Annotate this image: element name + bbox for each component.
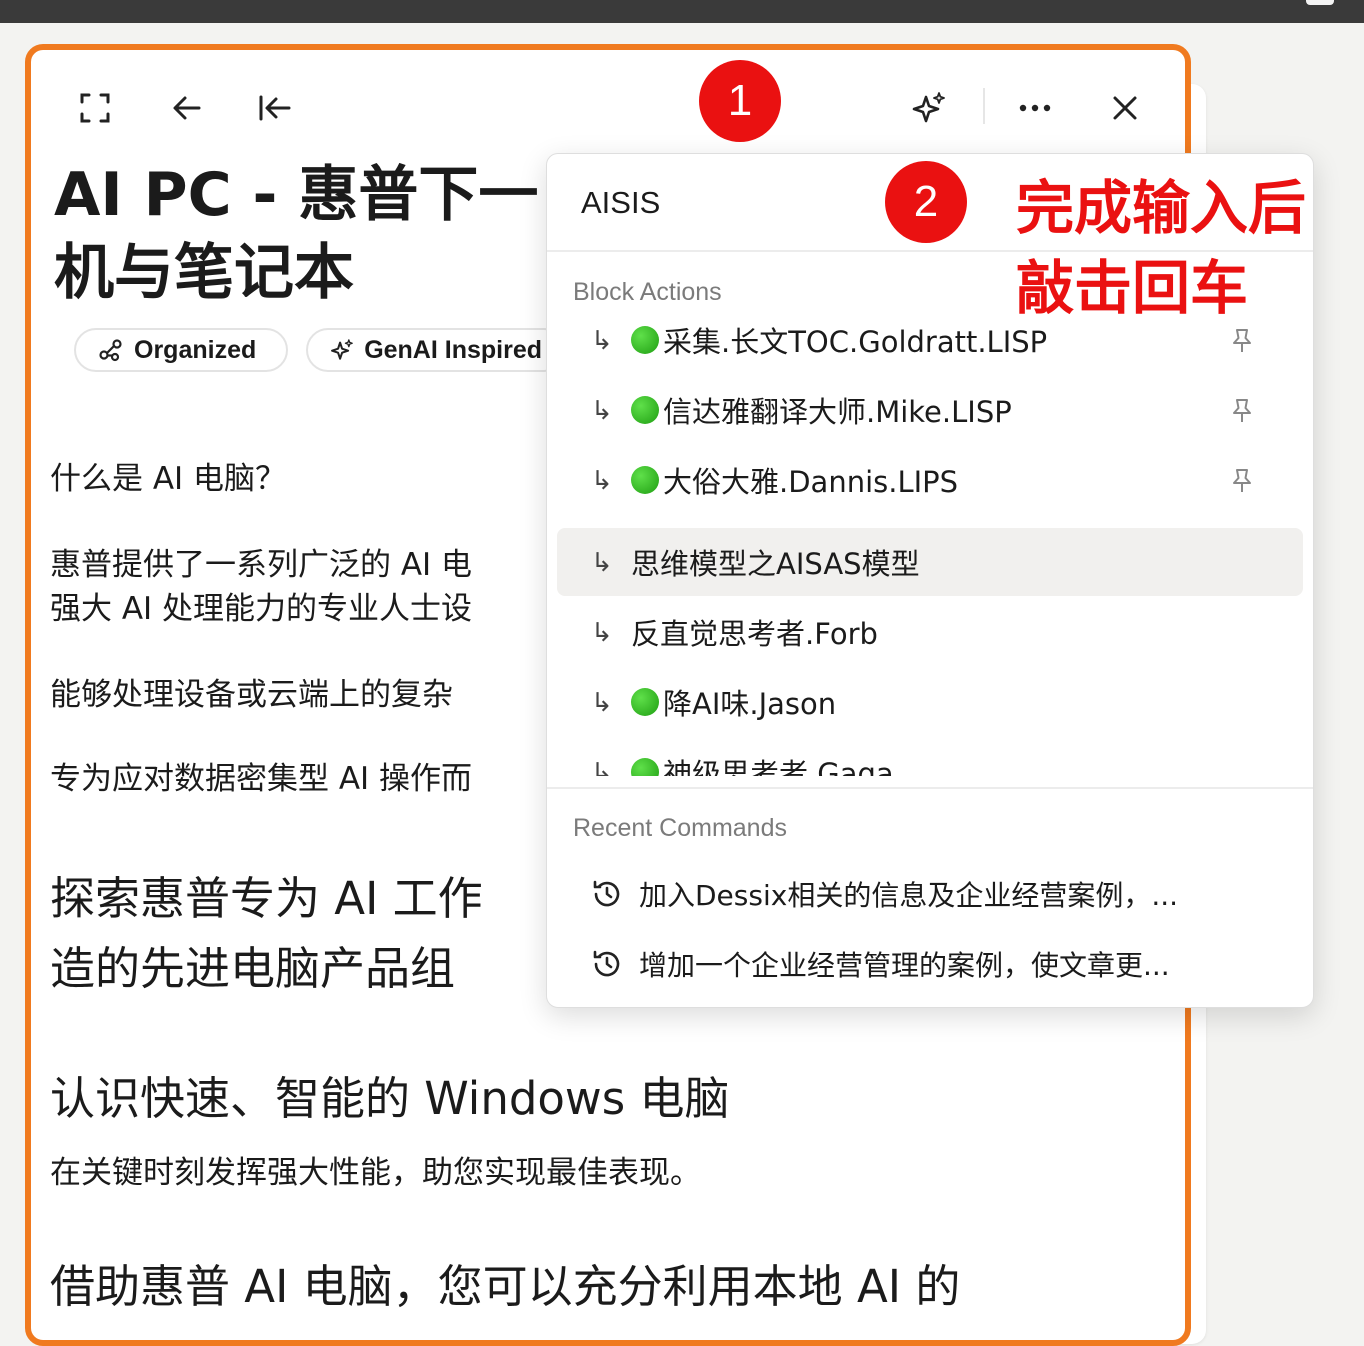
list-item[interactable]: ↳ 神级思考者.Gaga [557,738,1303,776]
green-dot-icon [631,396,659,424]
step-badge-2: 2 [885,161,967,243]
block-actions-list: ↳ 采集.长文TOC.Goldratt.LISP ↳ 信达雅翻译大师.Mike.… [547,306,1313,776]
heading-windows-pc: 认识快速、智能的 Windows 电脑 [50,1072,730,1125]
sparkle-icon [331,339,353,360]
paragraph-performance: 在关键时刻发挥强大性能，助您实现最佳表现。 [50,1155,701,1191]
section-divider [547,787,1313,789]
close-icon[interactable] [1105,88,1145,128]
green-dot-icon [631,466,659,494]
history-icon [593,950,620,977]
annotation-note-line2: 敲击回车 [1016,254,1249,322]
tag-organized-label: Organized [134,335,257,364]
paragraph-intro-line2: 强大 AI 处理能力的专业人士设 [50,591,473,627]
list-item[interactable]: ↳ 信达雅翻译大师.Mike.LISP [557,376,1303,444]
tag-organized[interactable]: Organized [74,328,288,372]
paragraph-data-intensive: 专为应对数据密集型 AI 操作而 [50,761,473,797]
return-arrow-icon: ↳ [591,464,613,495]
recent-command-item[interactable]: 加入Dessix相关的信息及企业经营案例，... [557,860,1303,928]
tag-genai-inspired[interactable]: GenAI Inspired [306,328,566,372]
panel-toolbar [31,50,1185,160]
recent-commands-label: Recent Commands [573,814,787,842]
list-item-label: 大俗大雅.Dannis.LIPS [663,465,959,499]
block-actions-label: Block Actions [573,278,722,306]
collapse-to-left-icon[interactable] [255,88,295,128]
heading-explore-line1: 探索惠普专为 AI 工作 [50,872,483,925]
return-arrow-icon: ↳ [591,546,613,577]
organize-icon [99,339,122,362]
list-item-label: 采集.长文TOC.Goldratt.LISP [663,325,1048,359]
sparkle-icon[interactable] [909,88,949,128]
heading-cutoff: 借助惠普 AI 电脑，您可以充分利用本地 AI 的 [50,1260,961,1313]
toolbar-separator [983,88,985,124]
list-item-selected[interactable]: ↳ 思维模型之AISAS模型 [557,528,1303,596]
paragraph-intro-line1: 惠普提供了一系列广泛的 AI 电 [50,547,473,583]
tag-genai-label: GenAI Inspired [364,335,542,364]
green-dot-icon [631,688,659,716]
arrow-left-icon[interactable] [167,88,207,128]
recent-command-item[interactable]: 增加一个企业经营管理的案例，使文章更... [557,930,1303,998]
return-arrow-icon: ↳ [591,324,613,355]
return-arrow-icon: ↳ [591,394,613,425]
green-dot-icon [631,326,659,354]
pin-icon[interactable] [1231,328,1253,354]
top-bar-tab-edge [1306,0,1334,5]
list-item-label: 降AI味.Jason [663,687,837,721]
list-item-label: 神级思考者.Gaga [663,757,894,776]
return-arrow-icon: ↳ [591,616,613,647]
list-item[interactable]: ↳ 反直觉思考者.Forb [557,598,1303,666]
pin-icon[interactable] [1231,468,1253,494]
paragraph-process: 能够处理设备或云端上的复杂 [50,677,453,713]
window-top-bar [0,0,1364,23]
more-icon[interactable] [1015,88,1055,128]
list-item[interactable]: ↳ 大俗大雅.Dannis.LIPS [557,446,1303,514]
recent-command-label: 加入Dessix相关的信息及企业经营案例，... [639,879,1179,912]
heading-explore-line2: 造的先进电脑产品组 [50,942,456,995]
recent-command-label: 增加一个企业经营管理的案例，使文章更... [639,949,1170,982]
history-icon [593,880,620,907]
expand-icon[interactable] [75,88,115,128]
list-item-label: 信达雅翻译大师.Mike.LISP [663,395,1012,429]
paragraph-what-is: 什么是 AI 电脑？ [50,461,287,497]
list-item[interactable]: ↳ 降AI味.Jason [557,668,1303,736]
step-badge-1: 1 [699,60,781,142]
annotation-note-line1: 完成输入后 [1016,174,1307,242]
list-item-label: 思维模型之AISAS模型 [631,547,920,581]
list-item-label: 反直觉思考者.Forb [631,617,878,651]
green-dot-icon [631,758,659,776]
pin-icon[interactable] [1231,398,1253,424]
return-arrow-icon: ↳ [591,756,613,777]
return-arrow-icon: ↳ [591,686,613,717]
